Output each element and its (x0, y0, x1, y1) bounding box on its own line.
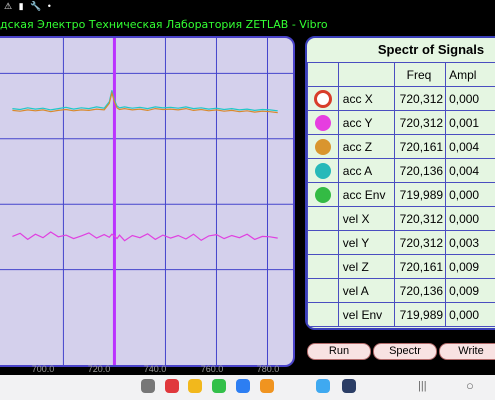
table-row[interactable]: acc Z 720,161 0,004 (307, 134, 495, 159)
x-axis: 700.0 720.0 740.0 760.0 780.0 (0, 361, 300, 375)
signal-ampl: 0,009 (445, 278, 495, 303)
table-row[interactable]: acc A 720,136 0,004 (307, 158, 495, 183)
row-icon-cell (307, 302, 339, 327)
signal-freq: 719,989 (393, 182, 447, 207)
color-dot-icon (314, 162, 331, 179)
signal-freq: 720,136 (393, 278, 447, 303)
red-app-icon[interactable] (165, 379, 179, 393)
row-icon-cell (307, 110, 339, 135)
signal-name: vel Env (337, 302, 395, 327)
table-header-row: Freq Ampl (307, 62, 495, 87)
signals-table: Freq Ampl acc X 720,312 0,000 acc Y 720,312 0… (307, 62, 495, 327)
table-row[interactable]: acc Y 720,312 0,001 (307, 110, 495, 135)
write-button[interactable]: Write (439, 343, 495, 360)
signal-name: vel X (337, 206, 395, 231)
signal-name: acc Env (337, 182, 395, 207)
signal-ampl: 0,000 (445, 182, 495, 207)
x-tick: 700.0 (31, 364, 55, 374)
x-tick: 780.0 (256, 364, 280, 374)
signal-freq: 720,161 (393, 254, 447, 279)
signal-freq: 719,989 (393, 302, 447, 327)
table-row[interactable]: acc X 720,312 0,000 (307, 86, 495, 111)
plot-svg (0, 38, 293, 365)
color-dot-icon (314, 114, 331, 131)
table-row[interactable]: vel A 720,136 0,009 (307, 278, 495, 303)
panel-title: Spectr of Signals (377, 42, 485, 57)
spectr-panel: Spectr of Signals Freq Ampl acc X 720,312… (305, 36, 495, 330)
play-store-icon[interactable] (316, 379, 330, 393)
signal-ampl: 0,000 (445, 206, 495, 231)
signal-ampl: 0,004 (445, 158, 495, 183)
android-nav-bar: ||| ○ (0, 375, 495, 400)
row-icon-cell (307, 158, 339, 183)
signal-ampl: 0,000 (445, 302, 495, 327)
header-freq: Freq (393, 62, 447, 87)
signal-freq: 720,312 (393, 86, 447, 111)
row-icon-cell (307, 254, 339, 279)
status-icons: ⚠ ▮ 🔧 • (4, 1, 53, 11)
signal-name: acc A (337, 158, 395, 183)
signal-freq: 720,312 (393, 206, 447, 231)
x-tick: 720.0 (87, 364, 111, 374)
signal-freq: 720,136 (393, 158, 447, 183)
row-icon-cell (307, 182, 339, 207)
run-button[interactable]: Run (307, 343, 371, 360)
signal-name: vel Y (337, 230, 395, 255)
signal-ampl: 0,000 (445, 86, 495, 111)
signal-ampl: 0,001 (445, 110, 495, 135)
table-row[interactable]: vel Z 720,161 0,009 (307, 254, 495, 279)
signal-freq: 720,312 (393, 110, 447, 135)
signal-name: vel A (337, 278, 395, 303)
button-bar: Run Spectr Write (305, 343, 495, 361)
color-dot-icon (314, 138, 331, 155)
x-tick: 740.0 (143, 364, 167, 374)
signal-name: acc Y (337, 110, 395, 135)
signal-ampl: 0,003 (445, 230, 495, 255)
home-button[interactable]: ○ (466, 378, 474, 393)
table-row[interactable]: vel X 720,312 0,000 (307, 206, 495, 231)
series-line-0 (12, 90, 278, 112)
x-tick: 760.0 (200, 364, 224, 374)
signal-name: acc Z (337, 134, 395, 159)
ring-icon (313, 89, 332, 108)
row-icon-cell (307, 86, 339, 111)
window-title: дская Электро Техническая Лаборатория ZE… (0, 18, 328, 31)
apps-grid-icon[interactable] (141, 379, 155, 393)
green-app-icon[interactable] (212, 379, 226, 393)
header-ampl: Ampl (445, 62, 495, 87)
title-bar: дская Электро Техническая Лаборатория ZE… (0, 14, 495, 36)
header-blank (337, 62, 395, 87)
row-icon-cell (307, 134, 339, 159)
series-line-2 (12, 231, 278, 242)
signal-freq: 720,161 (393, 134, 447, 159)
signal-ampl: 0,009 (445, 254, 495, 279)
orange-app-icon[interactable] (260, 379, 274, 393)
signal-ampl: 0,004 (445, 134, 495, 159)
header-blank (307, 62, 339, 87)
table-row[interactable]: vel Env 719,989 0,000 (307, 302, 495, 327)
blue-chat-icon[interactable] (236, 379, 250, 393)
yellow-app-icon[interactable] (188, 379, 202, 393)
signal-freq: 720,312 (393, 230, 447, 255)
table-row[interactable]: acc Env 719,989 0,000 (307, 182, 495, 207)
signal-plot[interactable] (0, 36, 295, 367)
recent-apps-button[interactable]: ||| (418, 380, 427, 392)
color-dot-icon (314, 186, 331, 203)
signal-name: acc X (337, 86, 395, 111)
settings-icon[interactable] (342, 379, 356, 393)
table-row[interactable]: vel Y 720,312 0,003 (307, 230, 495, 255)
spectr-button[interactable]: Spectr (373, 343, 437, 360)
row-icon-cell (307, 230, 339, 255)
row-icon-cell (307, 278, 339, 303)
row-icon-cell (307, 206, 339, 231)
status-bar: ⚠ ▮ 🔧 • (0, 0, 495, 14)
signal-name: vel Z (337, 254, 395, 279)
